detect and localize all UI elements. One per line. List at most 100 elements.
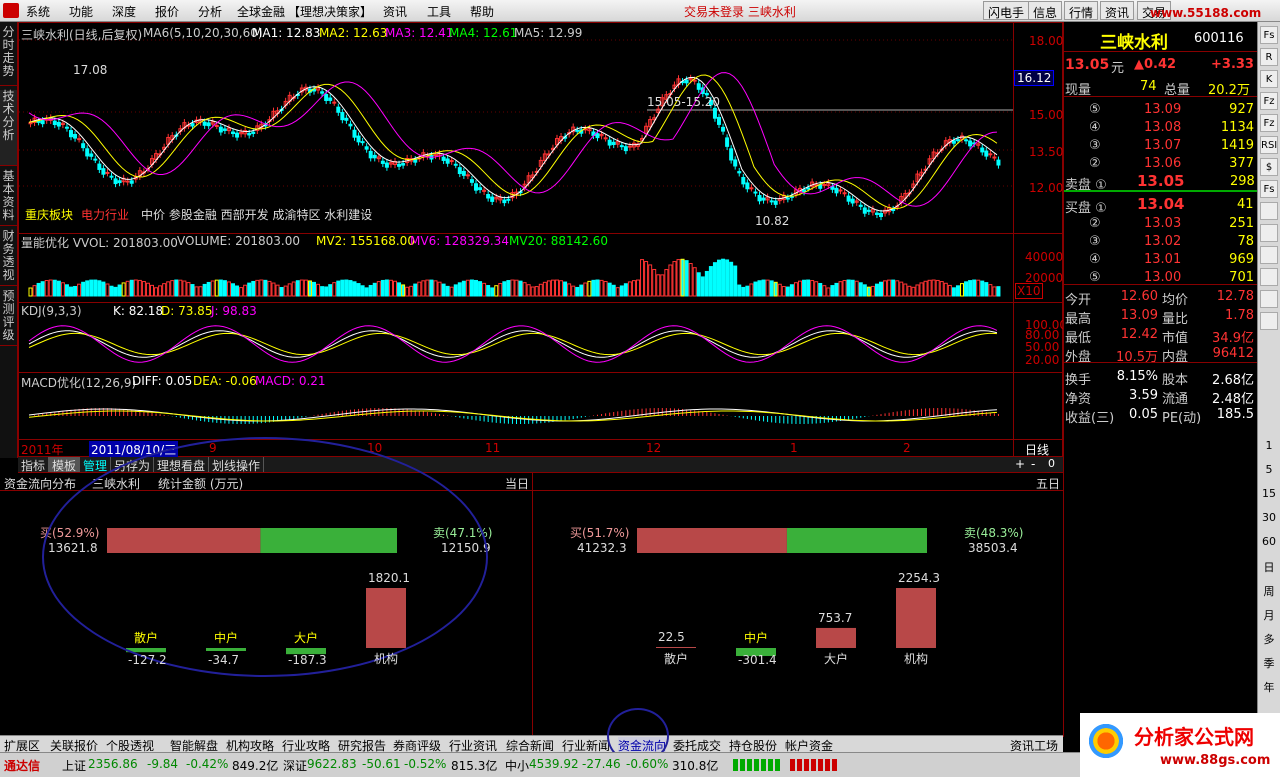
- volume-bar: [449, 286, 454, 297]
- candle-body: [93, 158, 98, 161]
- fs-icon[interactable]: Fs: [1260, 26, 1278, 44]
- tab-technical[interactable]: 技术分析: [0, 90, 17, 166]
- template-button[interactable]: 模板: [49, 457, 81, 473]
- kdj-d-line: [28, 332, 997, 356]
- indicator-button[interactable]: 指标: [18, 457, 50, 473]
- sell-level-row[interactable]: ③ 13.07 1419: [1064, 137, 1258, 156]
- tab-fundamentals[interactable]: 基本资料: [0, 170, 17, 226]
- candle-body: [607, 139, 612, 146]
- dollar-icon[interactable]: $: [1260, 158, 1278, 176]
- kdj-tick-50: 50.00: [1025, 340, 1060, 354]
- manage-button[interactable]: 管理: [80, 457, 112, 473]
- candle-body: [866, 209, 871, 212]
- tool-icon[interactable]: [1260, 268, 1278, 286]
- period-shortcut[interactable]: 15: [1260, 487, 1278, 500]
- sell1-price: 13.05: [1137, 172, 1185, 190]
- menu-system[interactable]: 系统: [26, 3, 50, 20]
- volume-row: 现量 74 总量 20.2万: [1064, 78, 1258, 98]
- volume-bar: [36, 282, 41, 297]
- kline-chart-area[interactable]: 三峡水利(日线,后复权) MA6(5,10,20,30,60) MA1: 12.…: [18, 22, 1067, 458]
- kdj-divider: [19, 302, 1064, 303]
- sector-chongqing[interactable]: 重庆板块: [25, 206, 73, 223]
- volume-bar: [907, 285, 912, 297]
- tool-icon[interactable]: [1260, 246, 1278, 264]
- tool-icon[interactable]: [1260, 224, 1278, 242]
- sme-index-name: 中小: [505, 759, 530, 773]
- period-shortcut[interactable]: 年: [1260, 679, 1278, 695]
- fz-icon[interactable]: Fz: [1260, 114, 1278, 132]
- volume-bar: [231, 283, 235, 297]
- tool-icon[interactable]: [1260, 290, 1278, 308]
- volume-bar: [631, 280, 636, 297]
- time-tick-feb: 2: [903, 441, 911, 455]
- buy-level-row[interactable]: ④ 13.01 969: [1064, 251, 1258, 270]
- news-button[interactable]: 资讯: [1100, 1, 1135, 20]
- tool-icon[interactable]: [1260, 202, 1278, 220]
- menu-help[interactable]: 帮助: [470, 3, 494, 20]
- volume-title: 量能优化 VVOL: 201803.00: [21, 236, 178, 250]
- app-icon[interactable]: [3, 3, 19, 18]
- buy-level-row[interactable]: ③ 13.02 78: [1064, 233, 1258, 252]
- volume-bar: [793, 282, 798, 297]
- five-cat-value: 22.5: [658, 630, 685, 644]
- sector-concepts[interactable]: 中价 参股金融 西部开发 成渝特区 水利建设: [141, 206, 372, 223]
- candle-body: [89, 153, 94, 157]
- fs-icon[interactable]: Fs: [1260, 180, 1278, 198]
- menu-analysis[interactable]: 分析: [198, 3, 222, 20]
- period-shortcut[interactable]: 60: [1260, 535, 1278, 548]
- volume-bar: [818, 282, 823, 297]
- volume-bar: [113, 286, 118, 297]
- volume-bar: [850, 279, 855, 297]
- volume-bar: [218, 279, 223, 297]
- menu-quote[interactable]: 报价: [155, 3, 179, 20]
- volume-bar: [951, 287, 956, 297]
- menu-function[interactable]: 功能: [69, 3, 93, 20]
- flash-trade-button[interactable]: 闪电手: [983, 1, 1030, 20]
- volume-bar: [688, 263, 693, 297]
- volume-bar: [931, 279, 936, 297]
- sell-level-row[interactable]: ④ 13.08 1134: [1064, 119, 1258, 138]
- candle-body: [449, 160, 454, 163]
- period-shortcut[interactable]: 30: [1260, 511, 1278, 524]
- fz-icon[interactable]: Fz: [1260, 92, 1278, 110]
- period-shortcut[interactable]: 日: [1260, 559, 1278, 575]
- period-label[interactable]: 日线: [1025, 441, 1049, 458]
- rsi-icon[interactable]: RSI: [1260, 136, 1278, 154]
- period-shortcut[interactable]: 季: [1260, 655, 1278, 671]
- sell1-row[interactable]: 卖盘 ① 13.05 298: [1064, 172, 1258, 193]
- period-shortcut[interactable]: 月: [1260, 607, 1278, 623]
- r-icon[interactable]: R: [1260, 48, 1278, 66]
- market-button[interactable]: 行情: [1064, 1, 1099, 20]
- candle-body: [73, 133, 78, 139]
- tool-icon[interactable]: [1260, 312, 1278, 330]
- menu-ideal-strategy[interactable]: 【理想决策家】: [288, 3, 372, 20]
- tab-financials[interactable]: 财务透视: [0, 230, 17, 286]
- buy-level-row[interactable]: ② 13.03 251: [1064, 215, 1258, 234]
- tab-forecast[interactable]: 预测评级: [0, 290, 17, 346]
- volume-bar: [287, 283, 292, 297]
- menu-news[interactable]: 资讯: [383, 3, 407, 20]
- info-button[interactable]: 信息: [1028, 1, 1063, 20]
- zoom-in-button[interactable]: +: [1015, 457, 1025, 471]
- volume-bar: [534, 286, 539, 297]
- candle-body: [101, 168, 106, 175]
- sector-power[interactable]: 电力行业: [81, 206, 129, 223]
- menu-tools[interactable]: 工具: [427, 3, 451, 20]
- reset-button[interactable]: 0: [1048, 457, 1055, 470]
- candle-body: [891, 209, 896, 212]
- k-icon[interactable]: K: [1260, 70, 1278, 88]
- volume-bar: [239, 287, 244, 297]
- menu-depth[interactable]: 深度: [112, 3, 136, 20]
- period-shortcut[interactable]: 周: [1260, 583, 1278, 599]
- menu-global-finance[interactable]: 全球金融: [237, 3, 285, 20]
- period-shortcut[interactable]: 1: [1260, 439, 1278, 452]
- zoom-out-button[interactable]: -: [1031, 457, 1035, 471]
- tab-intraday[interactable]: 分时走势: [0, 26, 17, 86]
- period-shortcut[interactable]: 5: [1260, 463, 1278, 476]
- sell-level-row[interactable]: ⑤ 13.09 927: [1064, 101, 1258, 120]
- sell-level-row[interactable]: ② 13.06 377: [1064, 155, 1258, 174]
- stat-row: 最低 12.42 市值 34.9亿: [1064, 326, 1258, 346]
- period-shortcut[interactable]: 多: [1260, 631, 1278, 647]
- buy1-row[interactable]: 买盘 ① 13.04 41: [1064, 195, 1258, 216]
- buy-level-row[interactable]: ⑤ 13.00 701: [1064, 269, 1258, 288]
